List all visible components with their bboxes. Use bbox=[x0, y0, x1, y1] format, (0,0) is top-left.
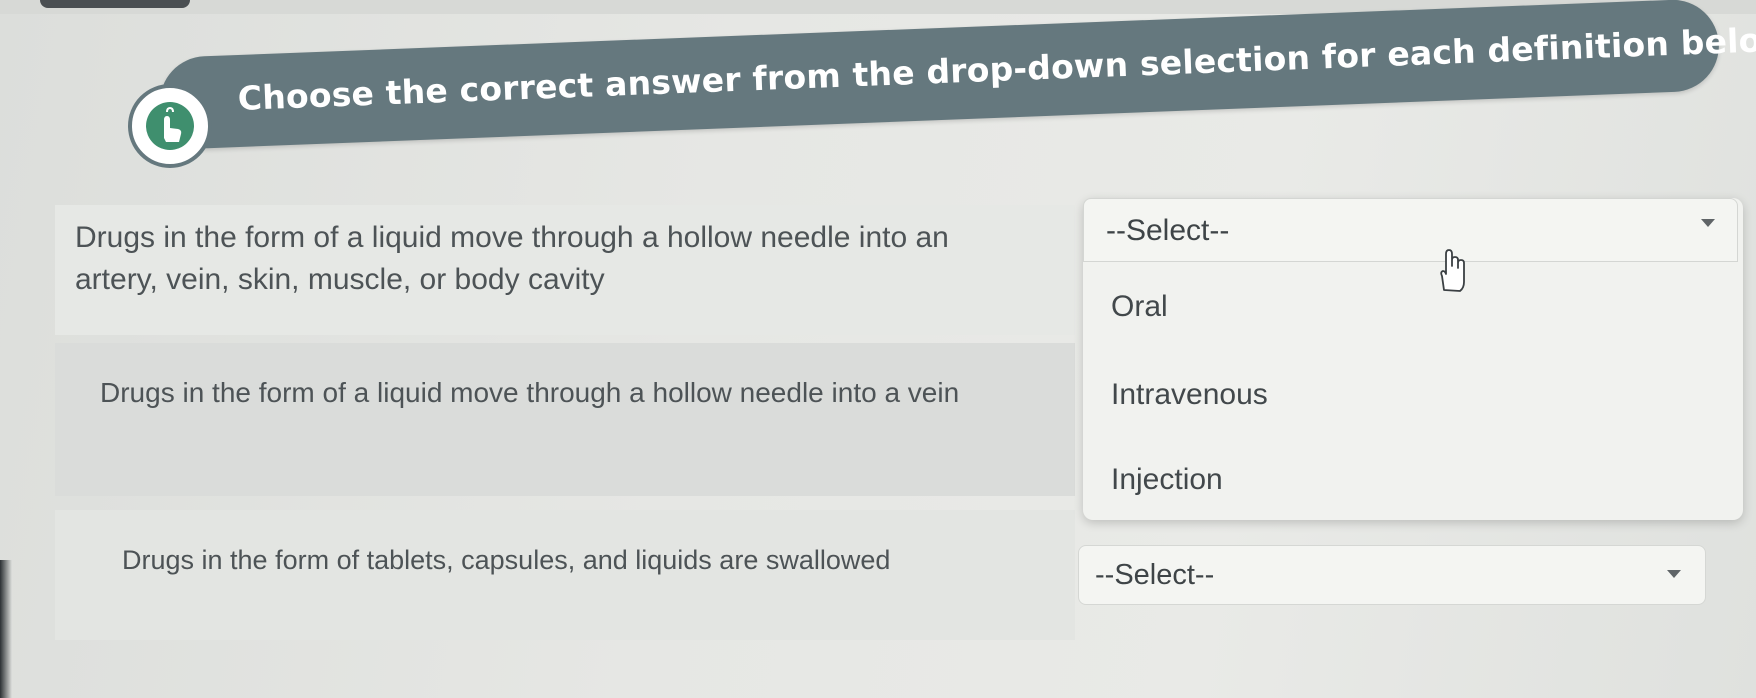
question-row-2: Drugs in the form of a liquid move throu… bbox=[55, 343, 1075, 496]
quiz-screen: Choose the correct answer from the drop-… bbox=[0, 0, 1756, 698]
answer-select-1[interactable]: --Select-- bbox=[1083, 198, 1738, 262]
question-row-1: Drugs in the form of a liquid move throu… bbox=[55, 205, 1075, 335]
answer-select-3[interactable]: --Select-- bbox=[1078, 545, 1706, 605]
question-row-3: Drugs in the form of tablets, capsules, … bbox=[55, 510, 1075, 640]
select-value: --Select-- bbox=[1095, 559, 1215, 591]
chevron-down-icon[interactable] bbox=[1667, 570, 1681, 578]
instruction-text: Choose the correct answer from the drop-… bbox=[237, 19, 1756, 118]
definition-text: Drugs in the form of a liquid move throu… bbox=[100, 377, 960, 408]
dropdown-option-injection[interactable]: Injection bbox=[1083, 463, 1643, 497]
definition-text: Drugs in the form of tablets, capsules, … bbox=[122, 545, 891, 575]
dropdown-option-oral[interactable]: Oral bbox=[1083, 290, 1643, 324]
dropdown-option-intravenous[interactable]: Intravenous bbox=[1083, 378, 1643, 412]
instruction-banner: Choose the correct answer from the drop-… bbox=[158, 0, 1756, 150]
top-edge-mark bbox=[40, 0, 190, 8]
definition-text: Drugs in the form of a liquid move throu… bbox=[75, 221, 949, 296]
screen-edge bbox=[0, 560, 12, 698]
select-value: --Select-- bbox=[1106, 214, 1230, 247]
hand-cursor-icon bbox=[1440, 249, 1465, 292]
answer-dropdown-open[interactable]: --Select-- Oral Intravenous Injection bbox=[1083, 198, 1743, 520]
hand-pointer-icon bbox=[128, 84, 212, 168]
chevron-down-icon[interactable] bbox=[1701, 219, 1715, 227]
